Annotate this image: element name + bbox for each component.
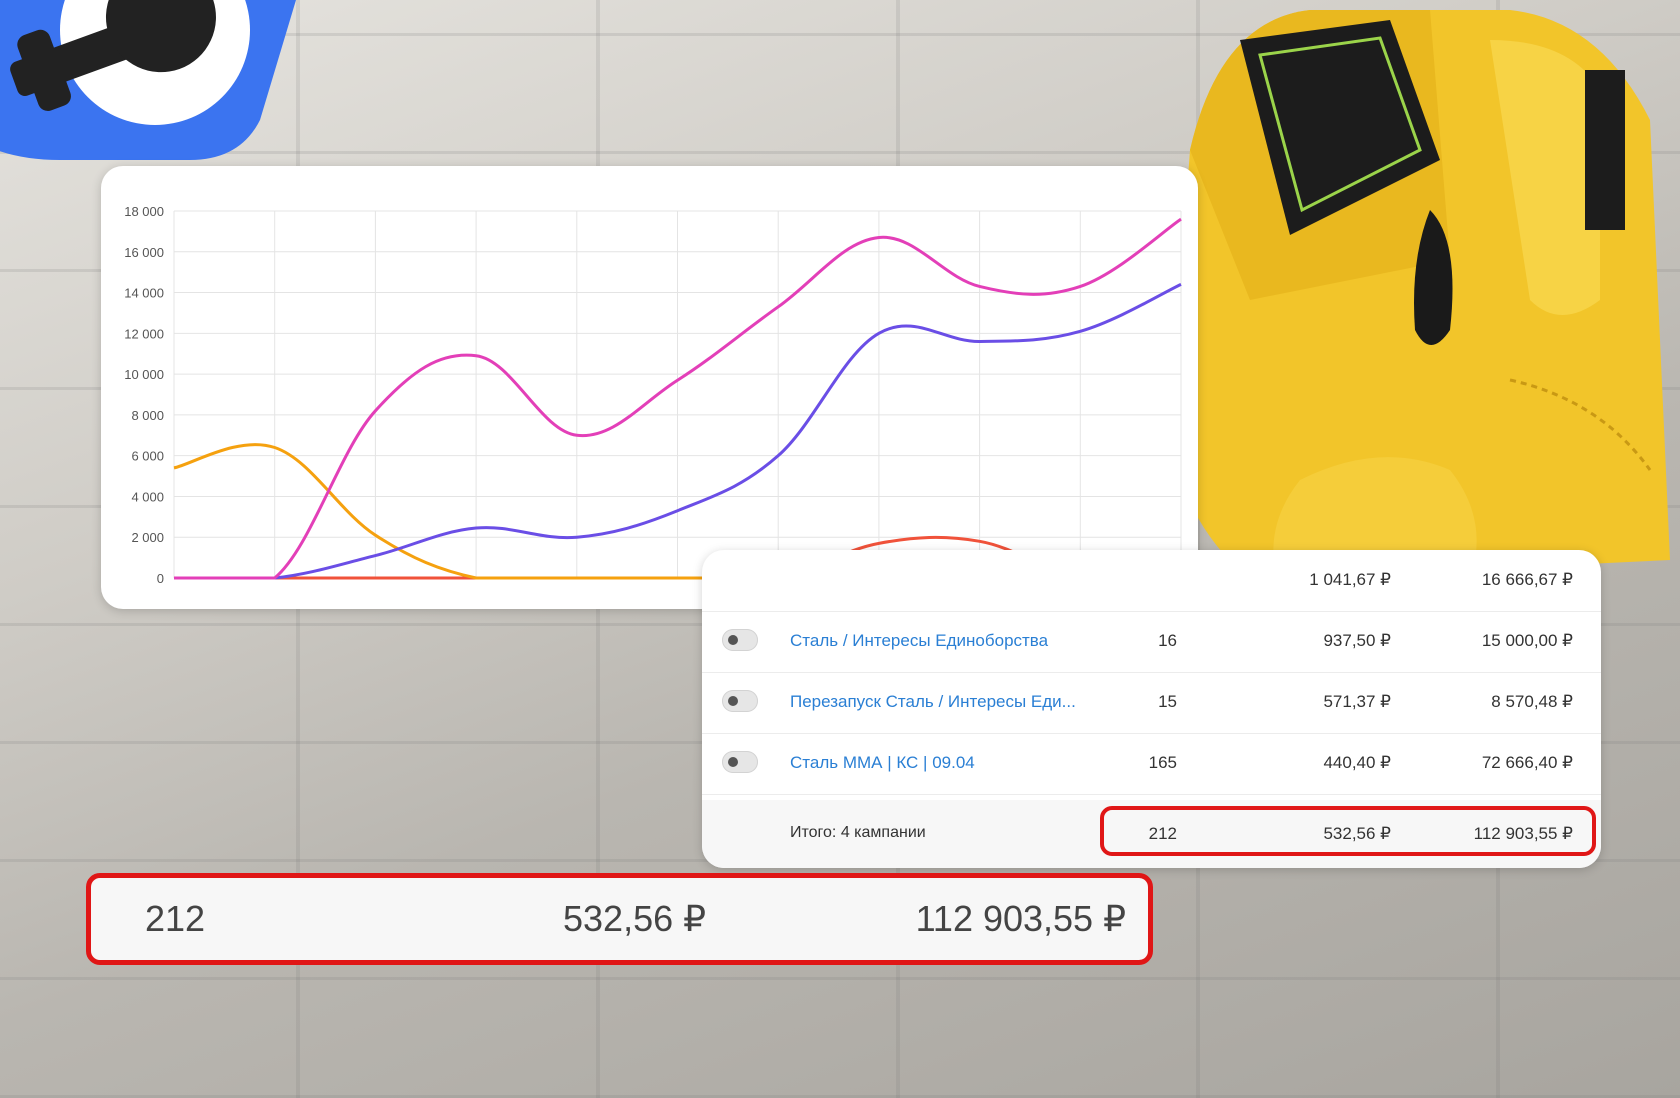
campaign-sum: 8 570,48 ₽ <box>1491 692 1573 711</box>
line-chart: 18 000 16 000 14 000 12 000 10 000 8 000 6 000… <box>124 204 1182 586</box>
brand-logo <box>0 0 296 160</box>
table-row: Сталь / Интересы Единоборства 16 937,50 … <box>702 611 1601 673</box>
total-highlight-outline <box>1100 806 1596 856</box>
campaign-link[interactable]: Сталь / Интересы Единоборства <box>790 631 1048 651</box>
callout-sum: 112 903,55 ₽ <box>915 898 1126 939</box>
callout-avg: 532,56 ₽ <box>563 898 707 939</box>
totals-callout: 212 532,56 ₽ 112 903,55 ₽ <box>86 873 1153 965</box>
y-tick-label: 18 000 <box>124 204 164 219</box>
campaign-toggle[interactable] <box>722 751 758 773</box>
top-row-avg: 1 041,67 ₽ <box>1309 570 1391 589</box>
total-label: Итого: 4 кампании <box>790 824 926 841</box>
campaign-avg: 571,37 ₽ <box>1323 692 1391 711</box>
campaign-link[interactable]: Сталь ММА | КС | 09.04 <box>790 753 975 773</box>
campaign-count: 15 <box>1158 692 1177 711</box>
y-tick-label: 14 000 <box>124 286 164 301</box>
campaign-sum: 15 000,00 ₽ <box>1481 631 1573 650</box>
boxing-glove-image <box>1170 10 1670 590</box>
table-row-top: 1 041,67 ₽ 16 666,67 ₽ <box>702 550 1601 612</box>
campaign-count: 165 <box>1148 753 1177 772</box>
y-tick-label: 6 000 <box>131 449 164 464</box>
campaign-avg: 937,50 ₽ <box>1323 631 1391 650</box>
campaign-toggle[interactable] <box>722 629 758 651</box>
top-row-sum: 16 666,67 ₽ <box>1481 570 1573 589</box>
line-chart-card: 18 000 16 000 14 000 12 000 10 000 8 000 6 000… <box>101 166 1198 609</box>
campaign-avg: 440,40 ₽ <box>1323 753 1391 772</box>
callout-count: 212 <box>145 898 206 939</box>
y-tick-label: 8 000 <box>131 408 164 423</box>
y-tick-label: 16 000 <box>124 245 164 260</box>
y-tick-label: 0 <box>157 571 164 586</box>
campaign-link[interactable]: Перезапуск Сталь / Интересы Еди... <box>790 692 1076 712</box>
campaign-toggle[interactable] <box>722 690 758 712</box>
campaign-sum: 72 666,40 ₽ <box>1481 753 1573 772</box>
y-tick-label: 12 000 <box>124 326 164 341</box>
table-row: Перезапуск Сталь / Интересы Еди... 15 57… <box>702 672 1601 734</box>
table-row: Сталь ММА | КС | 09.04 165 440,40 ₽ 72 6… <box>702 733 1601 795</box>
y-tick-label: 4 000 <box>131 489 164 504</box>
y-tick-label: 10 000 <box>124 367 164 382</box>
y-tick-label: 2 000 <box>131 530 164 545</box>
campaign-count: 16 <box>1158 631 1177 650</box>
